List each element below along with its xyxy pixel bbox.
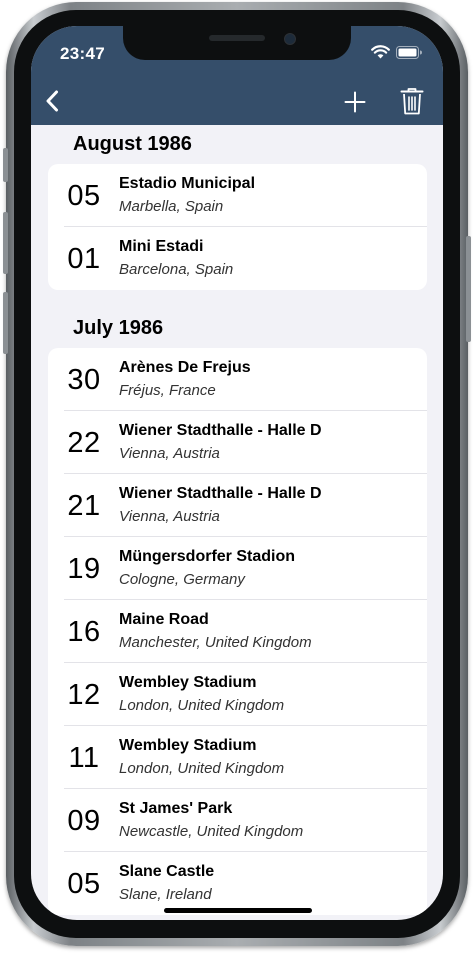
item-location: Newcastle, United Kingdom	[119, 823, 304, 840]
mute-switch	[3, 148, 8, 182]
chevron-left-icon	[46, 90, 58, 112]
item-venue: Wiener Stadthalle - Halle D	[119, 485, 322, 502]
item-location: Slane, Ireland	[119, 886, 212, 903]
card-august-1986: 05 Estadio Municipal Marbella, Spain 01 …	[48, 164, 427, 290]
list-item[interactable]: 09 St James' Park Newcastle, United King…	[48, 789, 427, 852]
status-time: 23:47	[60, 44, 105, 63]
item-location: London, United Kingdom	[119, 697, 285, 714]
list-item[interactable]: 01 Mini Estadi Barcelona, Spain	[48, 227, 427, 290]
item-day: 12	[67, 679, 101, 711]
item-venue: Arènes De Frejus	[119, 359, 251, 376]
item-location: Vienna, Austria	[119, 445, 220, 462]
item-venue: Estadio Municipal	[119, 175, 256, 192]
list-item[interactable]: 22 Wiener Stadthalle - Halle D Vienna, A…	[48, 411, 427, 474]
trash-icon	[400, 88, 424, 115]
item-day: 11	[68, 742, 100, 774]
item-location: Barcelona, Spain	[119, 261, 234, 278]
item-location: Manchester, United Kingdom	[119, 634, 312, 651]
notch	[123, 26, 351, 60]
item-venue: Müngersdorfer Stadion	[119, 548, 296, 565]
list-item[interactable]: 16 Maine Road Manchester, United Kingdom	[48, 600, 427, 663]
item-venue: Mini Estadi	[119, 238, 204, 255]
list-item[interactable]: 12 Wembley Stadium London, United Kingdo…	[48, 663, 427, 726]
item-day: 30	[67, 364, 101, 396]
list-item[interactable]: 19 Müngersdorfer Stadion Cologne, German…	[48, 537, 427, 600]
item-location: Cologne, Germany	[119, 571, 245, 588]
item-location: Marbella, Spain	[119, 198, 224, 215]
item-day: 01	[67, 243, 101, 275]
volume-up-button	[3, 212, 8, 274]
wifi-icon	[371, 45, 390, 59]
list-item[interactable]: 05 Estadio Municipal Marbella, Spain	[48, 164, 427, 227]
item-venue: Wiener Stadthalle - Halle D	[119, 422, 322, 439]
list-item[interactable]: 11 Wembley Stadium London, United Kingdo…	[48, 726, 427, 789]
item-venue: St James' Park	[119, 800, 233, 817]
item-day: 05	[67, 868, 101, 900]
list-item[interactable]: 21 Wiener Stadthalle - Halle D Vienna, A…	[48, 474, 427, 537]
status-icons	[371, 45, 423, 59]
item-day: 19	[67, 553, 101, 585]
item-day: 09	[67, 805, 101, 837]
item-day: 22	[67, 427, 101, 459]
item-day: 16	[67, 616, 101, 648]
screen: 23:47 August 1986 05 Estadio Municipal M…	[31, 26, 443, 920]
item-location: London, United Kingdom	[119, 760, 285, 777]
item-venue: Slane Castle	[119, 863, 215, 880]
item-venue: Maine Road	[119, 611, 209, 628]
content-area: August 1986 05 Estadio Municipal Marbell…	[31, 125, 443, 920]
section-header-july-1986: July 1986	[73, 317, 164, 339]
front-camera	[284, 33, 296, 45]
list-item[interactable]: 30 Arènes De Frejus Fréjus, France	[48, 348, 427, 411]
add-button[interactable]	[339, 86, 371, 118]
navigation-bar: 23:47	[31, 26, 443, 125]
item-venue: Wembley Stadium	[119, 674, 257, 691]
battery-icon	[396, 45, 422, 59]
item-day: 21	[67, 490, 101, 522]
item-location: Vienna, Austria	[119, 508, 220, 525]
plus-icon	[344, 91, 366, 113]
home-indicator[interactable]	[164, 908, 312, 913]
power-button	[466, 236, 471, 342]
speaker-grille	[209, 35, 265, 41]
list-item[interactable]: 05 Slane Castle Slane, Ireland	[48, 852, 427, 915]
volume-down-button	[3, 292, 8, 354]
back-button[interactable]	[37, 86, 67, 116]
item-venue: Wembley Stadium	[119, 737, 257, 754]
section-header-august-1986: August 1986	[73, 133, 192, 155]
item-day: 05	[67, 180, 101, 212]
card-july-1986: 30 Arènes De Frejus Fréjus, France 22 Wi…	[48, 348, 427, 915]
delete-button[interactable]	[396, 84, 428, 118]
item-location: Fréjus, France	[119, 382, 216, 399]
